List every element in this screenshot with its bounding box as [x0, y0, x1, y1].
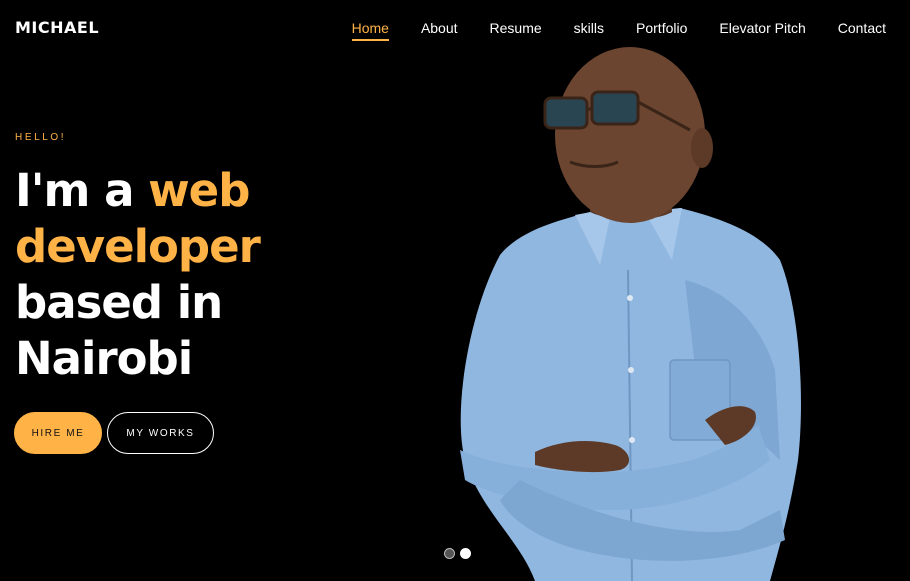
nav-home[interactable]: Home	[351, 20, 390, 41]
hero-section: HELLO! I'm a web developer based in Nair…	[15, 132, 345, 387]
hero-headline: I'm a web developer based in Nairobi	[15, 163, 345, 387]
hero-kicker: HELLO!	[15, 132, 67, 143]
slider-dot-1[interactable]	[444, 548, 455, 559]
nav-resume[interactable]: Resume	[490, 20, 542, 41]
nav-contact[interactable]: Contact	[838, 20, 886, 41]
brand-logo[interactable]: MICHAEL	[15, 18, 99, 37]
slider-dots	[444, 548, 471, 559]
headline-text-2: based in Nairobi	[15, 276, 223, 385]
hire-me-button[interactable]: HIRE ME	[14, 412, 102, 454]
hero-buttons: HIRE ME MY WORKS	[14, 412, 214, 454]
my-works-button[interactable]: MY WORKS	[107, 412, 214, 454]
slider-dot-2[interactable]	[460, 548, 471, 559]
main-nav: Home About Resume skills Portfolio Eleva…	[320, 20, 886, 41]
headline-text-1: I'm a	[15, 164, 149, 217]
portrait-photo	[460, 47, 801, 581]
nav-skills[interactable]: skills	[574, 20, 604, 41]
nav-about[interactable]: About	[421, 20, 458, 41]
nav-elevator-pitch[interactable]: Elevator Pitch	[719, 20, 805, 41]
nav-portfolio[interactable]: Portfolio	[636, 20, 687, 41]
